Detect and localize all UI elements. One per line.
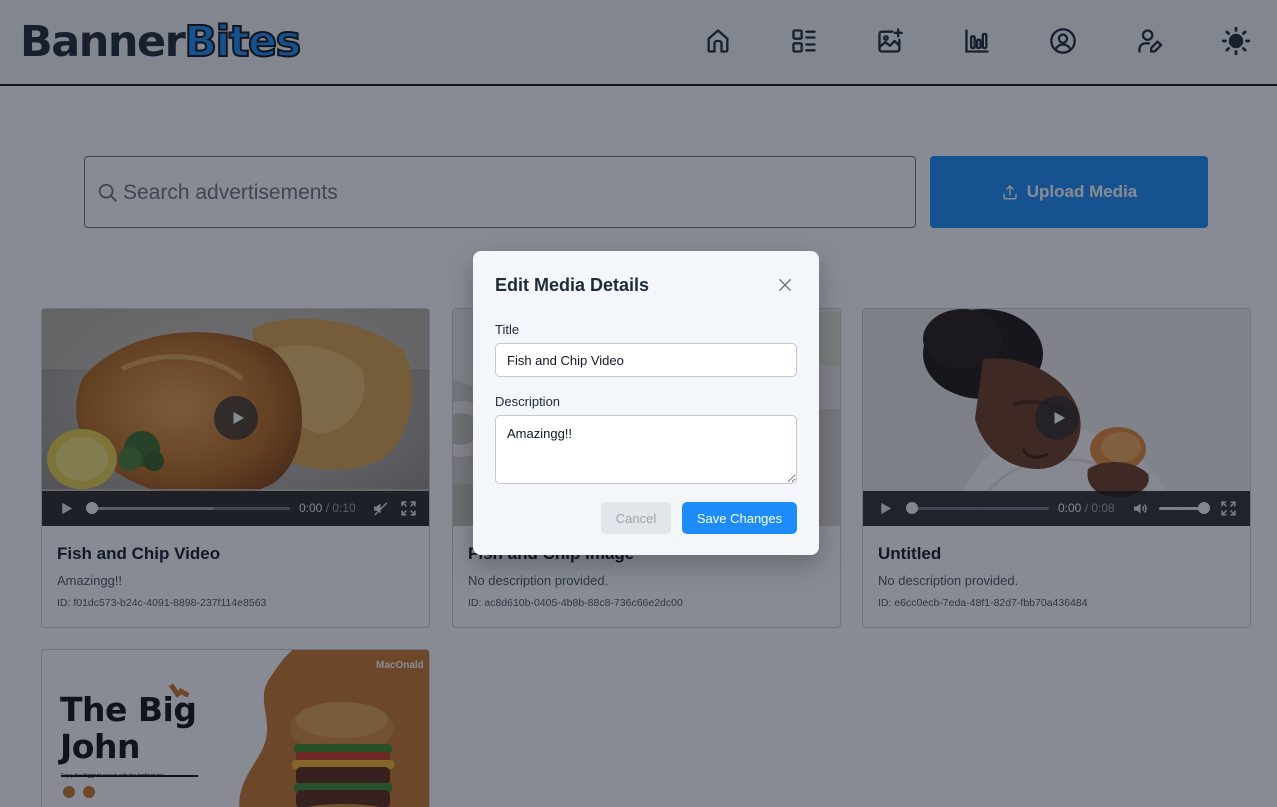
dialog-title: Edit Media Details bbox=[495, 275, 650, 295]
edit-media-dialog: Edit Media Details Title Description Ama… bbox=[473, 251, 819, 555]
close-icon[interactable] bbox=[776, 276, 794, 294]
save-changes-button[interactable]: Save Changes bbox=[682, 502, 797, 534]
cancel-button[interactable]: Cancel bbox=[601, 502, 671, 534]
description-textarea[interactable]: Amazingg!! bbox=[495, 415, 797, 484]
title-label: Title bbox=[495, 322, 520, 337]
title-input[interactable] bbox=[495, 343, 797, 377]
description-label: Description bbox=[495, 394, 561, 409]
